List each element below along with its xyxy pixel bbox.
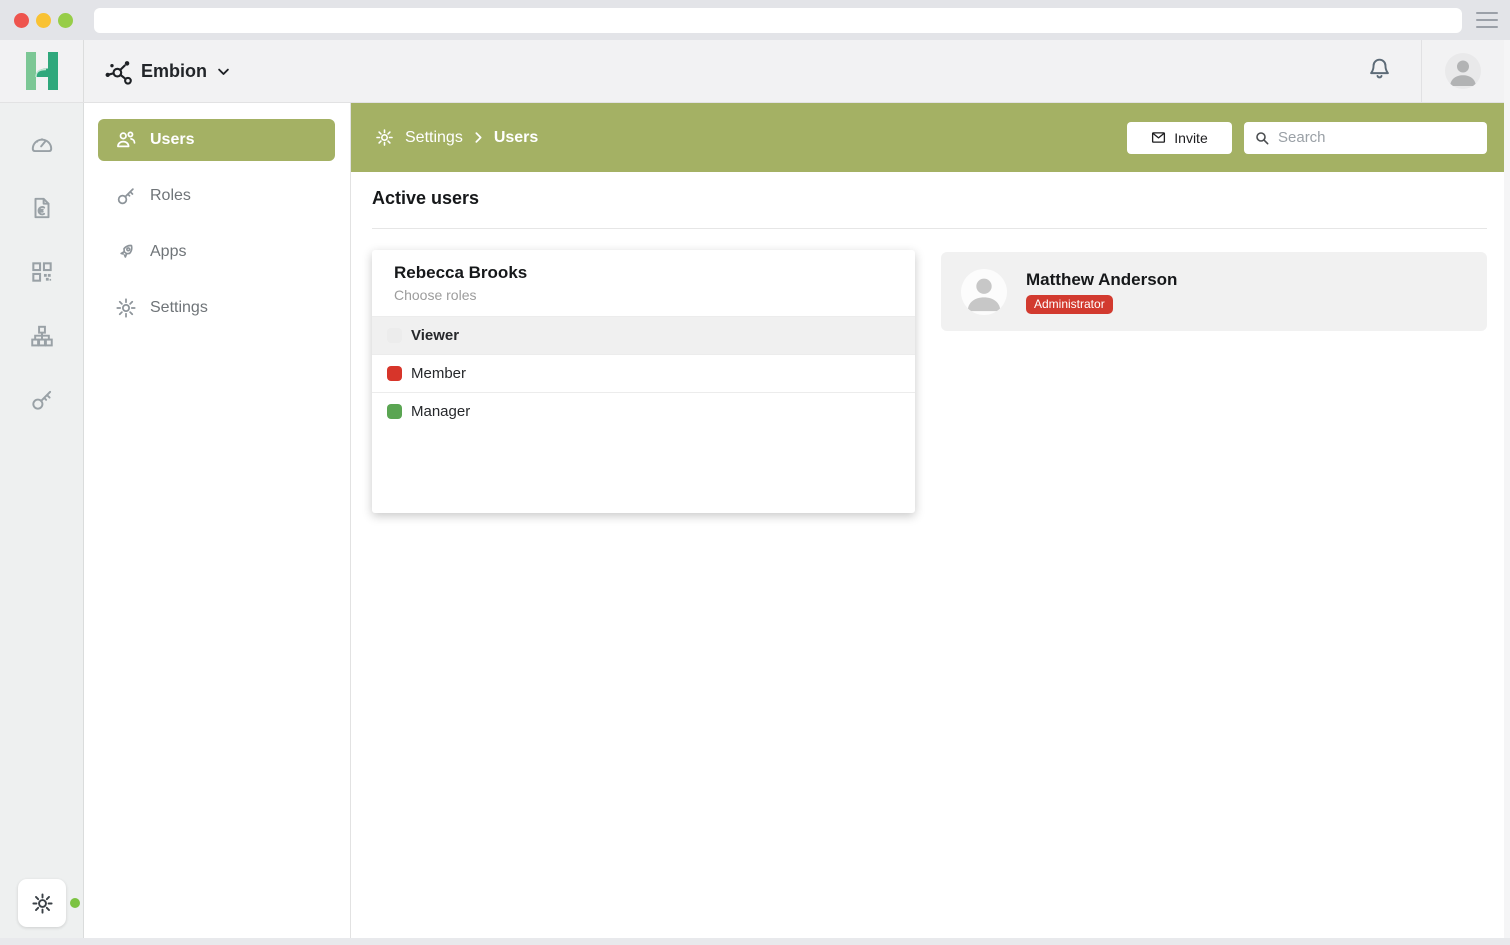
invite-button[interactable]: Invite	[1127, 122, 1232, 154]
user-card-text: Matthew Anderson Administrator	[1026, 270, 1177, 314]
user-card-name: Matthew Anderson	[1026, 270, 1177, 290]
sidebar-item-settings[interactable]: Settings	[98, 287, 335, 329]
chevron-down-icon	[216, 64, 231, 79]
molecule-icon	[105, 58, 132, 85]
org-switcher[interactable]: Embion	[84, 40, 231, 102]
magnifier-icon	[1254, 130, 1270, 146]
browser-window: Embion	[0, 0, 1510, 945]
key-icon	[115, 185, 137, 207]
sidebar-item-label: Roles	[150, 187, 191, 205]
header-actions	[1338, 40, 1504, 102]
main-panel: Settings Users Invite	[351, 103, 1504, 938]
gear-icon	[115, 297, 137, 319]
role-color-swatch	[387, 366, 402, 381]
window-minimize-button[interactable]	[36, 13, 51, 28]
person-silhouette-icon	[1445, 53, 1481, 89]
user-card-avatar	[961, 269, 1007, 315]
content-area: Active users Rebecca Brooks Choose roles…	[351, 172, 1504, 938]
page-title: Active users	[372, 188, 479, 209]
sidebar-item-label: Users	[150, 131, 194, 149]
icon-rail	[0, 103, 84, 938]
breadcrumb-settings[interactable]: Settings	[405, 129, 463, 147]
user-avatar[interactable]	[1445, 53, 1481, 89]
window-close-button[interactable]	[14, 13, 29, 28]
rocket-icon	[115, 241, 137, 263]
envelope-icon	[1151, 130, 1166, 145]
users-icon	[115, 129, 137, 151]
settings-subnav: Users Roles	[84, 103, 351, 938]
role-picker-card: Rebecca Brooks Choose roles Viewer Membe…	[372, 250, 915, 513]
role-option-label: Member	[411, 365, 466, 382]
page-header: Settings Users Invite	[351, 103, 1504, 172]
window-bottom-edge	[0, 938, 1510, 945]
dashboard-gauge-icon[interactable]	[29, 131, 55, 157]
user-card[interactable]: Matthew Anderson Administrator	[941, 252, 1487, 331]
role-color-swatch	[387, 404, 402, 419]
apps-qr-grid-icon[interactable]	[29, 259, 55, 285]
role-color-swatch	[387, 328, 402, 343]
role-picker-user-name: Rebecca Brooks	[394, 263, 893, 283]
h-logo-icon	[24, 51, 60, 91]
app-frame: Embion	[0, 40, 1504, 938]
status-dot	[70, 898, 80, 908]
org-name: Embion	[141, 61, 207, 82]
window-maximize-button[interactable]	[58, 13, 73, 28]
sidebar-item-label: Apps	[150, 243, 186, 261]
administrator-badge: Administrator	[1026, 295, 1113, 314]
invite-button-label: Invite	[1174, 130, 1207, 146]
search-input[interactable]	[1278, 129, 1477, 146]
avatar-cell	[1422, 53, 1504, 89]
billing-document-euro-icon[interactable]	[29, 195, 55, 221]
app-body: Users Roles	[0, 103, 1504, 938]
bell-icon	[1366, 55, 1393, 82]
rail-settings-button[interactable]	[18, 879, 66, 927]
title-divider	[372, 228, 1487, 229]
address-bar[interactable]	[94, 8, 1462, 33]
sitemap-icon[interactable]	[29, 323, 55, 349]
sidebar-item-users[interactable]: Users	[98, 119, 335, 161]
sidebar-item-apps[interactable]: Apps	[98, 231, 335, 273]
role-picker-header: Rebecca Brooks Choose roles	[372, 250, 915, 316]
browser-chrome	[0, 0, 1510, 40]
sidebar-item-roles[interactable]: Roles	[98, 175, 335, 217]
gear-icon	[31, 892, 54, 915]
sidebar-item-label: Settings	[150, 299, 208, 317]
role-option-member[interactable]: Member	[372, 354, 915, 392]
browser-menu-icon[interactable]	[1476, 12, 1498, 28]
role-picker-prompt: Choose roles	[394, 287, 893, 303]
role-option-label: Manager	[411, 403, 470, 420]
app-header: Embion	[0, 40, 1504, 103]
access-key-icon[interactable]	[29, 387, 55, 413]
person-silhouette-icon	[961, 269, 1007, 315]
search-box	[1244, 122, 1487, 154]
app-logo[interactable]	[0, 40, 84, 102]
role-option-manager[interactable]: Manager	[372, 392, 915, 430]
role-option-label: Viewer	[411, 327, 459, 344]
notifications-button[interactable]	[1338, 55, 1421, 87]
gear-icon	[375, 128, 394, 147]
breadcrumb-users: Users	[494, 129, 538, 147]
role-option-viewer[interactable]: Viewer	[372, 316, 915, 354]
chevron-right-icon	[472, 131, 485, 144]
